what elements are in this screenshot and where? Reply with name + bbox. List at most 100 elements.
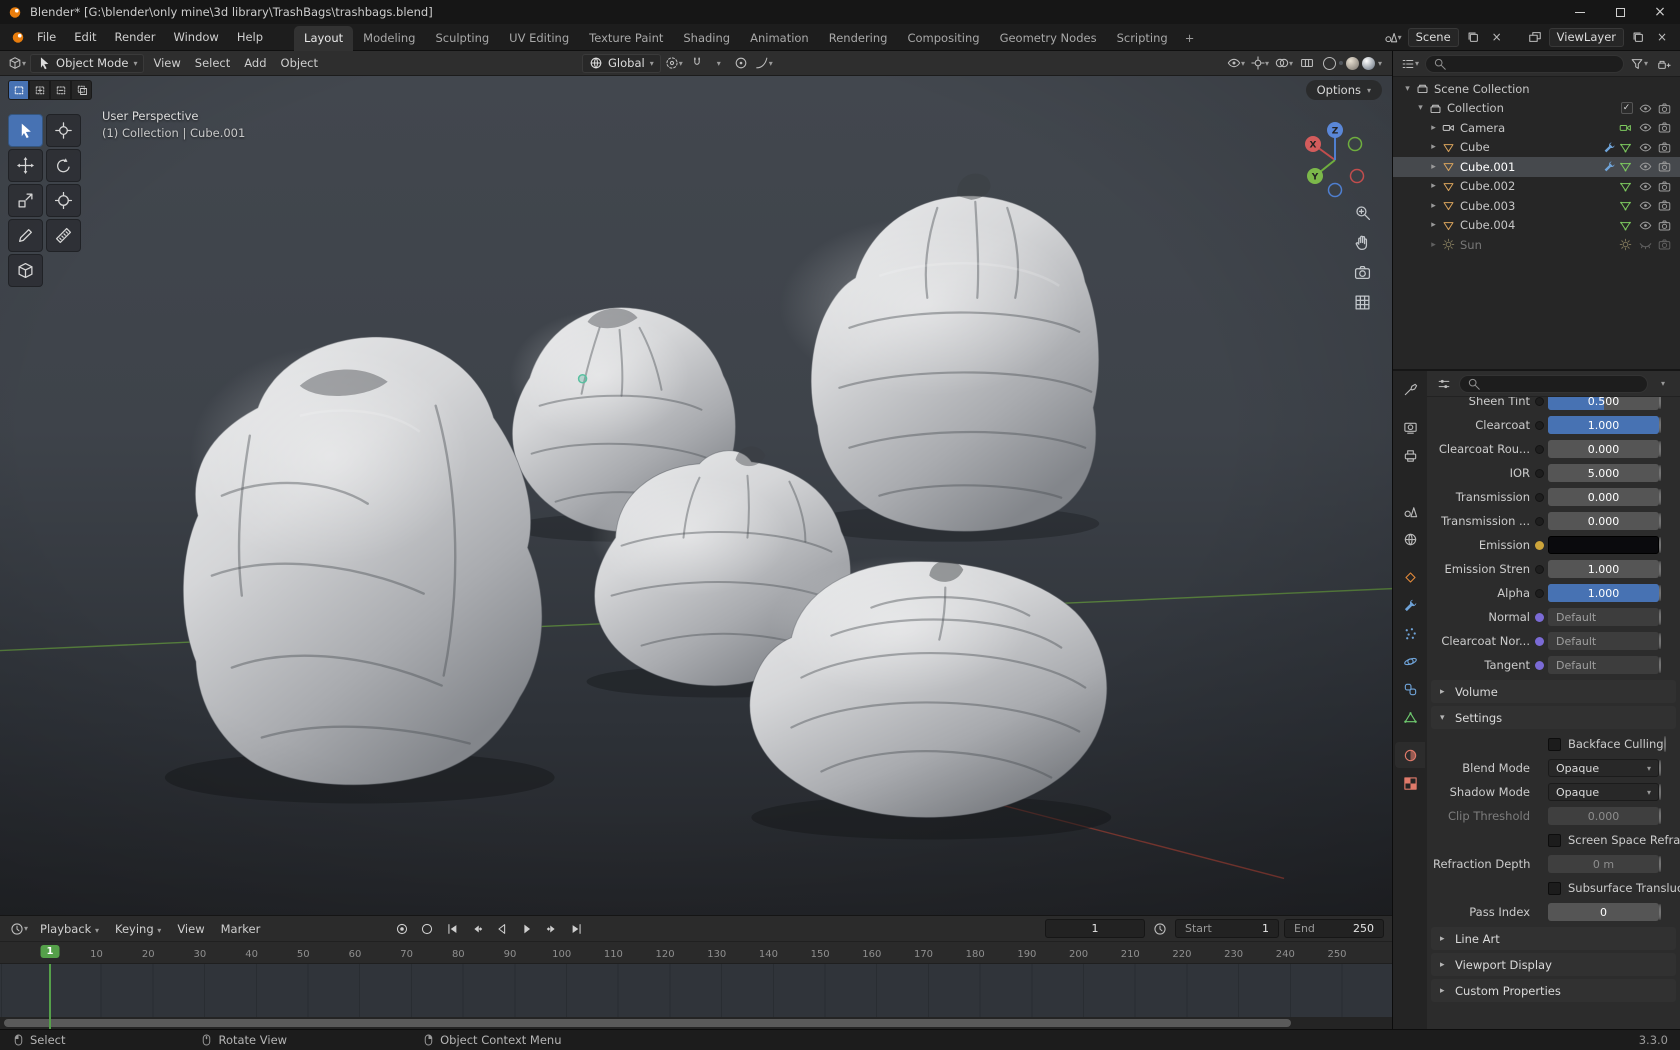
slider-transmission[interactable]: 0.000 [1548,488,1659,506]
tab-modeling[interactable]: Modeling [353,26,425,51]
jump-start-button[interactable] [440,919,463,939]
falloff-button[interactable]: ▾ [753,54,775,73]
properties-tab-object[interactable] [1395,564,1425,590]
outliner-editor-type-button[interactable]: ▾ [1399,54,1421,73]
tab-texture-paint[interactable]: Texture Paint [579,26,673,51]
options-button[interactable]: Options ▾ [1305,80,1382,100]
decorator-dot[interactable] [1659,904,1661,920]
disable-in-renders-toggle[interactable] [1655,219,1674,232]
tool-select-box[interactable] [8,114,43,147]
play-reverse-button[interactable] [490,919,513,939]
editor-type-button[interactable]: ▾ [6,54,28,73]
tool-scale[interactable] [8,184,43,217]
toggle-camera-button[interactable] [1354,264,1371,281]
new-viewlayer-button[interactable] [1628,28,1648,47]
timeline-menu-view[interactable]: View [169,919,212,939]
prev-keyframe-button[interactable] [465,919,488,939]
zoom-button[interactable] [1354,204,1371,221]
tool-move[interactable] [8,149,43,182]
disable-in-renders-toggle[interactable] [1655,160,1674,173]
browse-scene-button[interactable]: ▾ [1382,28,1404,47]
decorator-dot[interactable] [1659,489,1661,505]
preview-range-button[interactable] [1150,919,1170,938]
hide-in-viewport-toggle[interactable] [1636,141,1655,154]
pivot-point-button[interactable]: ▾ [663,54,685,73]
properties-tab-output[interactable] [1395,442,1425,468]
hide-in-viewport-toggle[interactable] [1636,199,1655,212]
outliner-row-cube-002[interactable]: ▸ Cube.002 [1393,177,1680,197]
slider-clearcoat[interactable]: 1.000 [1548,416,1659,434]
snap-magnet-button[interactable] [687,54,707,73]
decorator-dot[interactable] [1663,736,1666,752]
decorator-dot[interactable] [1659,808,1661,824]
properties-tab-data[interactable] [1395,704,1425,730]
disable-in-renders-toggle[interactable] [1655,180,1674,193]
pan-hand-button[interactable] [1354,234,1371,251]
minimize-button[interactable] [1560,0,1600,24]
xray-toggle[interactable] [1297,54,1317,73]
input-tangent[interactable]: Default [1548,656,1659,674]
scene-field[interactable]: Scene [1407,27,1459,47]
snap-options-button[interactable]: ▾ [709,54,729,73]
properties-tab-render[interactable] [1395,414,1425,440]
auto-key-button[interactable] [390,919,413,939]
timeline-scrollbar[interactable] [0,1017,1392,1029]
checkbox-subsurface-transluce[interactable] [1548,881,1561,895]
viewport-menu-view[interactable]: View [146,53,187,73]
disable-in-renders-toggle[interactable] [1655,238,1674,251]
shading-material-button[interactable] [1345,56,1359,70]
timeline-ruler[interactable]: 10 20 30 40 50 60 70 80 90 100 110 120 130 140 150 160 1… [0,942,1392,964]
field-clip-threshold[interactable]: 0.000 [1548,807,1659,825]
properties-tab-physics[interactable] [1395,648,1425,674]
decorator-dot[interactable] [1659,417,1661,433]
slider-clearcoat-rou[interactable]: 0.000 [1548,440,1659,458]
trash-bag-bottom-right[interactable] [749,555,1108,818]
maximize-button[interactable] [1600,0,1640,24]
color-emission[interactable] [1548,536,1659,554]
tab-shading[interactable]: Shading [673,26,740,51]
outliner-row-collection[interactable]: ▾ Collection ✓ [1393,99,1680,119]
proportional-editing-button[interactable] [731,54,751,73]
viewport-menu-add[interactable]: Add [237,53,273,73]
collection-exclude-checkbox[interactable]: ✓ [1620,102,1633,115]
outliner-row-sun[interactable]: ▸ Sun [1393,235,1680,255]
unlink-scene-button[interactable]: × [1487,28,1507,47]
new-collection-button[interactable] [1654,54,1674,73]
outliner-filter-button[interactable]: ▾ [1628,54,1650,73]
shading-wireframe-button[interactable] [1322,56,1336,70]
toggle-projection-button[interactable] [1354,294,1371,311]
tab-uv-editing[interactable]: UV Editing [499,26,579,51]
properties-tab-constraints[interactable] [1395,676,1425,702]
properties-tab-view-layer[interactable] [1395,470,1425,496]
properties-search-input[interactable] [1459,374,1648,393]
play-button[interactable] [515,919,538,939]
section-line-art[interactable]: ▸ Line Art [1431,927,1676,950]
show-overlays-button[interactable]: ▾ [1273,54,1295,73]
dropdown-shadow-mode[interactable]: Opaque ▾ [1548,783,1659,801]
field-pass-index[interactable]: 0 [1548,903,1659,921]
outliner-row-cube-001[interactable]: ▸ Cube.001 [1393,157,1680,177]
hide-in-viewport-toggle[interactable] [1636,238,1655,251]
field-refraction-depth[interactable]: 0 m [1548,855,1659,873]
outliner-row-cube-004[interactable]: ▸ Cube.004 [1393,216,1680,236]
decorator-dot[interactable] [1659,465,1661,481]
menu-help[interactable]: Help [228,26,272,48]
next-keyframe-button[interactable] [540,919,563,939]
disable-in-renders-toggle[interactable] [1655,199,1674,212]
disclosure-icon[interactable]: ▸ [1427,181,1440,191]
slider-ior[interactable]: 5.000 [1548,464,1659,482]
outliner-search-input[interactable] [1425,54,1624,73]
decorator-dot[interactable] [1659,609,1661,625]
hide-in-viewport-toggle[interactable] [1636,160,1655,173]
tool-measure[interactable] [46,219,81,252]
timeline-scroll-thumb[interactable] [4,1019,1292,1027]
remove-viewlayer-button[interactable]: × [1652,28,1672,47]
viewport-menu-select[interactable]: Select [188,53,237,73]
axis-neg-y-ball[interactable] [1347,136,1363,152]
blender-menu-button[interactable] [8,28,28,47]
slider-alpha[interactable]: 1.000 [1548,584,1659,602]
trash-bag-top-right[interactable] [779,173,1100,532]
browse-viewlayer-button[interactable] [1525,28,1545,47]
disable-in-renders-toggle[interactable] [1655,102,1674,115]
hide-in-viewport-toggle[interactable] [1636,121,1655,134]
